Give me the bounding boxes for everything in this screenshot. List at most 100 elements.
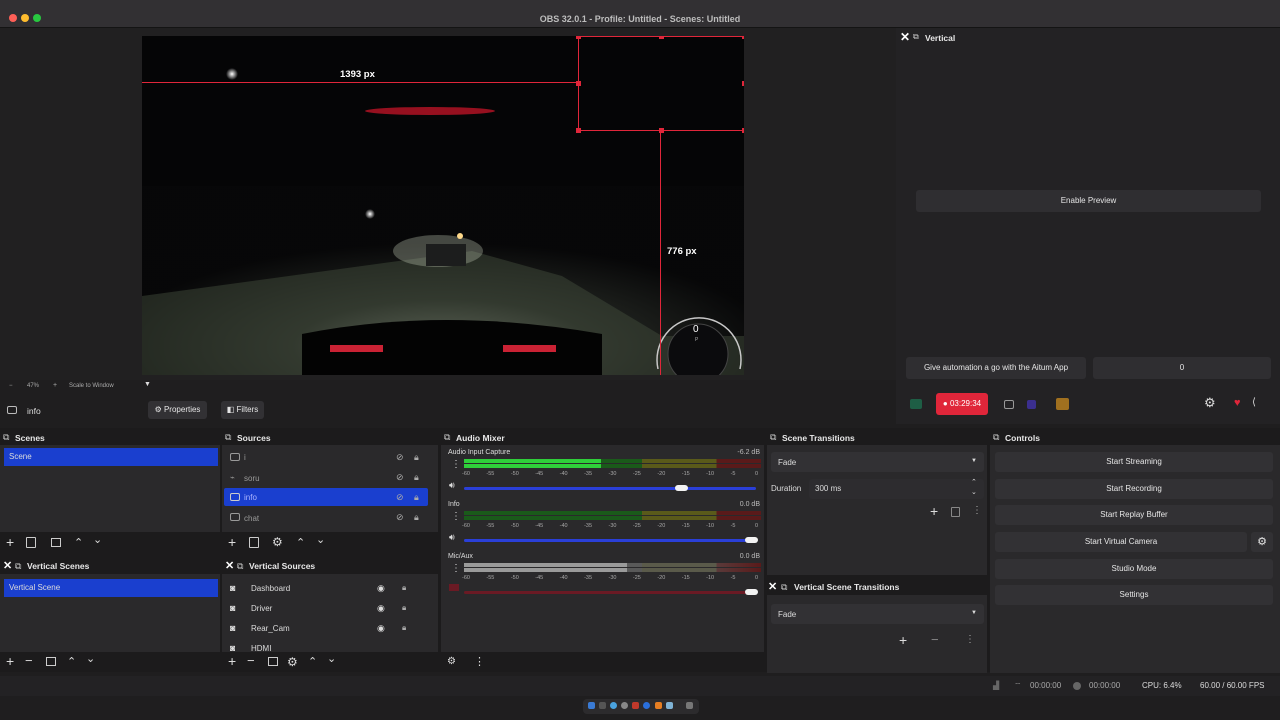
eye-icon[interactable]: ◉ [377,583,385,594]
add-icon[interactable]: + [930,503,938,519]
app-icon[interactable] [666,702,673,709]
settings-button[interactable]: Settings [995,585,1273,605]
resize-handle[interactable] [576,128,581,133]
vertical-source-item[interactable]: Rear_Cam [251,624,290,633]
aitum-app-button[interactable]: Give automation a go with the Aitum App [906,357,1086,379]
close-icon[interactable]: ✕ [768,580,777,593]
float-icon[interactable]: ⧉ [237,561,243,572]
speaker-icon[interactable]: 🔊︎ [449,532,455,543]
resize-handle[interactable] [576,36,581,39]
stepper-up-icon[interactable]: ⌃ [971,478,977,486]
app-icon[interactable] [655,702,662,709]
float-icon[interactable]: ⧉ [913,32,919,42]
source-item[interactable]: soru [244,474,260,483]
more-options-icon[interactable]: ⋮ [474,655,485,668]
move-up-icon[interactable]: ⌃ [74,536,83,549]
add-icon[interactable]: + [228,534,236,550]
source-item[interactable]: info [244,493,257,502]
vertical-transition-select[interactable]: Fade ▼ [771,604,984,624]
volume-slider[interactable] [464,591,756,594]
volume-slider-knob[interactable] [745,589,758,595]
source-item[interactable]: chat [244,514,259,523]
zoom-in-button[interactable]: + [53,382,57,389]
close-icon[interactable]: ✕ [3,559,12,572]
lock-icon[interactable]: 🔒︎ [414,452,419,463]
visibility-hidden-icon[interactable]: ⊘ [396,512,404,523]
close-icon[interactable]: ✕ [225,559,234,572]
float-icon[interactable]: ⧉ [444,432,450,443]
enable-preview-button[interactable]: Enable Preview [916,190,1261,212]
volume-slider[interactable] [464,487,756,490]
trash-icon[interactable] [951,507,960,517]
app-icon[interactable] [643,702,650,709]
record-button[interactable]: ● 03:29:34 [936,393,988,415]
virtual-cam-icon[interactable] [1027,400,1036,409]
eye-icon[interactable]: ◉ [377,623,385,634]
move-up-icon[interactable]: ⌃ [296,536,305,549]
stepper-down-icon[interactable]: ⌄ [971,488,977,496]
volume-slider-knob[interactable] [674,485,688,491]
zoom-out-button[interactable]: − [9,383,13,389]
remove-icon[interactable]: − [931,632,939,647]
app-icon[interactable] [610,702,617,709]
visibility-hidden-icon[interactable]: ⊘ [396,472,404,483]
app-icon[interactable] [632,702,639,709]
move-down-icon[interactable]: ⌄ [93,533,102,546]
selection-box[interactable] [578,36,744,131]
more-options-icon[interactable]: ⋮ [972,505,982,516]
virtual-camera-settings-icon[interactable]: ⚙ [1251,532,1273,552]
resize-handle[interactable] [742,128,744,133]
float-icon[interactable]: ⧉ [15,561,21,572]
float-icon[interactable]: ⧉ [770,432,776,443]
start-recording-button[interactable]: Start Recording [995,479,1273,499]
more-options-icon[interactable]: ⋮ [451,459,461,470]
filters-button[interactable]: ◧ Filters [221,401,264,419]
lock-icon[interactable]: 🔒︎ [414,512,419,523]
more-options-icon[interactable]: ⋮ [451,563,461,574]
scene-filters-icon[interactable] [51,538,61,547]
trash-icon[interactable] [686,702,693,709]
volume-slider[interactable] [464,539,756,542]
preview-canvas[interactable]: 1393 px 776 px 0 P [142,36,744,375]
more-options-icon[interactable]: ⋮ [965,634,975,645]
lock-icon[interactable]: 🔒︎ [402,623,406,633]
gear-icon[interactable]: ⚙ [272,535,283,549]
scale-dropdown-icon[interactable]: ▼ [144,381,151,388]
chat-icon[interactable] [1056,398,1069,410]
float-icon[interactable]: ⧉ [993,432,999,443]
scene-item[interactable]: Scene [4,448,218,466]
vertical-scene-item[interactable]: Vertical Scene [4,579,218,597]
source-item[interactable]: i [244,453,246,462]
vertical-source-item[interactable]: Driver [251,604,272,613]
lock-icon[interactable]: 🔒︎ [402,603,406,613]
add-icon[interactable]: + [6,653,14,669]
gear-icon[interactable]: ⚙ [1204,395,1216,411]
resize-handle[interactable] [659,36,664,39]
start-virtual-camera-button[interactable]: Start Virtual Camera [995,532,1247,552]
studio-mode-button[interactable]: Studio Mode [995,559,1273,579]
move-up-icon[interactable]: ⌃ [308,655,317,668]
add-icon[interactable]: + [228,653,236,669]
resize-handle[interactable] [576,81,581,86]
gear-icon[interactable]: ⚙ [287,655,298,669]
trash-icon[interactable] [26,537,36,548]
heart-icon[interactable]: ♥ [1234,397,1241,409]
add-icon[interactable]: + [6,534,14,550]
scene-filters-icon[interactable] [268,657,278,666]
speaker-icon[interactable] [449,584,459,591]
replay-icon[interactable] [1004,400,1014,409]
float-icon[interactable]: ⧉ [225,432,231,443]
resize-handle[interactable] [659,128,664,133]
share-icon[interactable]: ⟨ [1252,397,1256,408]
visibility-hidden-icon[interactable]: ⊘ [396,492,404,503]
stream-icon[interactable] [910,399,922,409]
start-streaming-button[interactable]: Start Streaming [995,452,1273,472]
eye-icon[interactable]: ◉ [377,603,385,614]
move-down-icon[interactable]: ⌄ [316,533,325,546]
add-icon[interactable]: + [899,632,907,648]
lock-icon[interactable]: 🔒︎ [414,472,419,483]
resize-handle[interactable] [742,36,744,39]
remove-icon[interactable]: − [247,653,255,668]
float-icon[interactable]: ⧉ [781,582,787,593]
app-icon[interactable] [621,702,628,709]
